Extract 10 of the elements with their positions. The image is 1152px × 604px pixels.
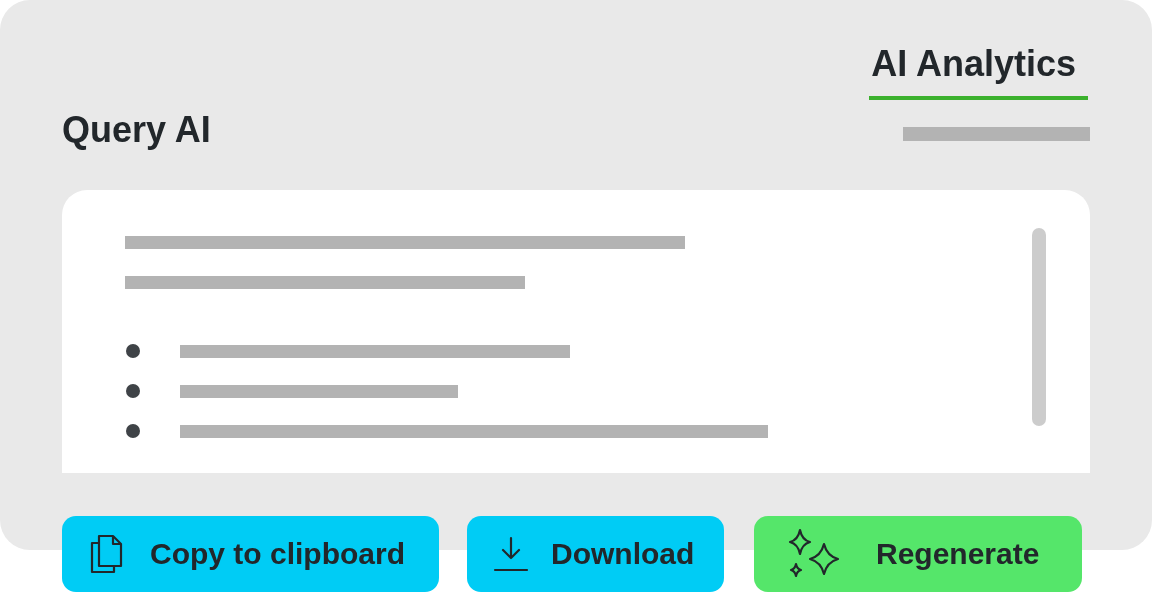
- panel-title: Query AI: [62, 108, 211, 152]
- regenerate-button[interactable]: Regenerate: [754, 516, 1082, 592]
- copy-button[interactable]: Copy to clipboard: [62, 516, 439, 592]
- bullet-icon: [126, 344, 140, 358]
- download-button[interactable]: Download: [467, 516, 724, 592]
- download-icon: [493, 536, 529, 572]
- analytics-tab[interactable]: AI Analytics: [869, 40, 1088, 100]
- bullet-icon: [126, 424, 140, 438]
- bullet-icon: [126, 384, 140, 398]
- scrollbar[interactable]: [1032, 228, 1046, 426]
